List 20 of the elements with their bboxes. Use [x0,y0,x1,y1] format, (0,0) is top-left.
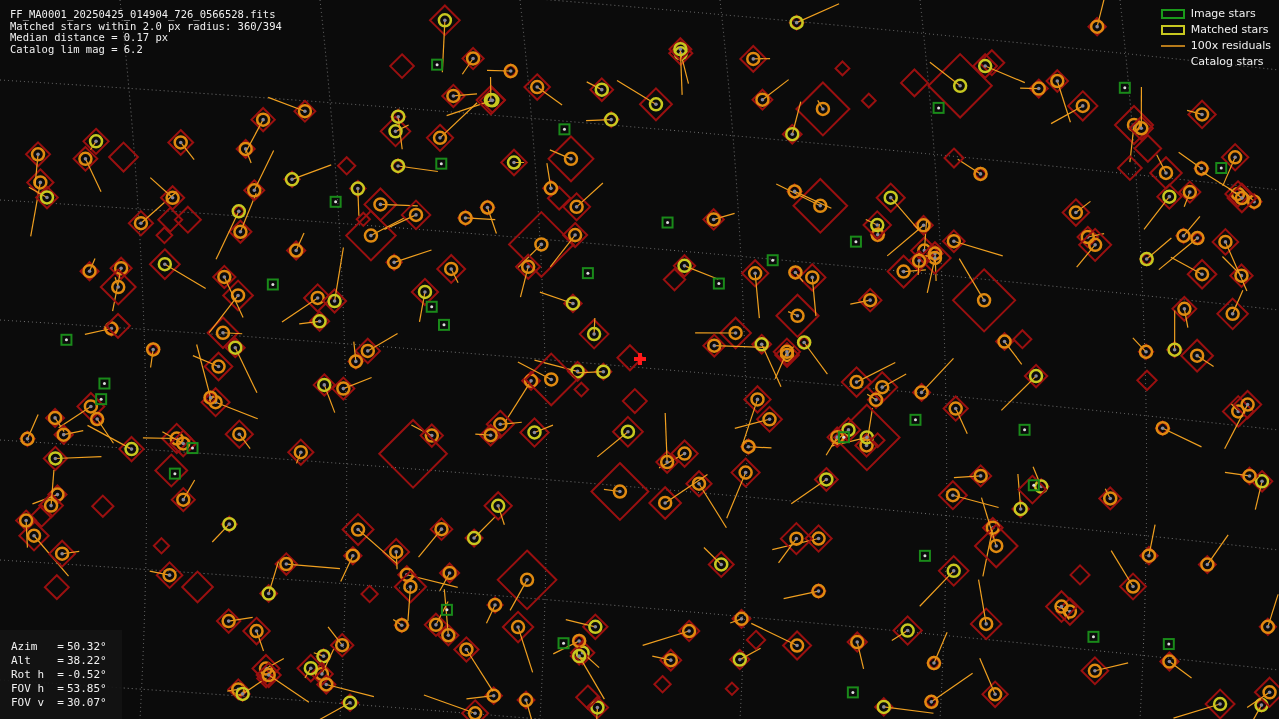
pointing-label: Rot h = [11,668,65,681]
info-text: FF_MA0001_20250425_014904_726_0566528.fits [10,9,277,21]
pointing-value: -0.52° [67,668,107,681]
legend-label: Image stars [1190,7,1256,20]
pointing-label: FOV v = [11,696,65,709]
pointing-value: 30.07° [67,696,107,709]
pointing-value: 38.22° [67,654,107,667]
pointing-label: Alt = [11,654,65,667]
pointing-value: 50.32° [67,640,107,653]
pointing-label: Azim = [11,640,65,653]
info-text: Catalog lim mag = 6.2 [10,43,144,55]
info-text: Matched stars within 2.0 px radius: 360/394 [10,20,282,32]
line-icon [1160,44,1185,47]
legend-label: Matched stars [1190,23,1269,36]
pointing-label: FOV h = [11,682,65,695]
pointing-value: 53.85° [67,682,107,695]
legend-label: Catalog stars [1190,55,1264,68]
legend-label: 100x residuals [1190,39,1271,52]
center-cross-icon [634,353,646,365]
info-text: Median distance = 0.17 px [10,32,169,44]
